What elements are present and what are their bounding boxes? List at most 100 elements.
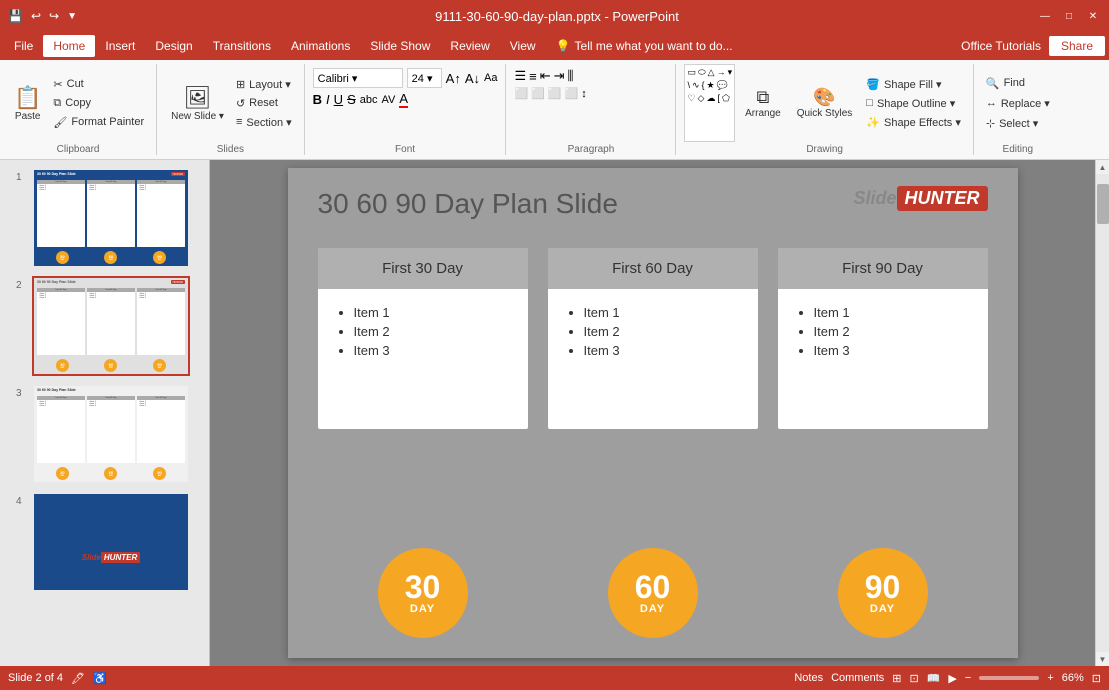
copy-button[interactable]: ⧉Copy	[49, 95, 148, 112]
paste-button[interactable]: 📋 Paste	[8, 64, 47, 142]
strikethrough-button[interactable]: S	[347, 92, 356, 107]
shape-outline-button[interactable]: □Shape Outline ▾	[862, 95, 965, 112]
pentagon-shape[interactable]: ⬠	[722, 93, 730, 104]
shape-effects-button[interactable]: ✨Shape Effects ▾	[862, 114, 965, 131]
triangle-shape[interactable]: △	[708, 67, 715, 78]
reading-view-button[interactable]: 📖	[927, 672, 941, 685]
zoom-in-button[interactable]: +	[1047, 672, 1053, 684]
save-icon[interactable]: 💾	[8, 9, 23, 23]
menu-home[interactable]: Home	[43, 35, 95, 57]
reset-button[interactable]: ↺Reset	[232, 95, 296, 112]
menu-animations[interactable]: Animations	[281, 35, 360, 57]
justify-button[interactable]: ⬜	[565, 87, 579, 100]
arrow-shape[interactable]: →	[717, 67, 726, 78]
format-painter-button[interactable]: 🖌Format Painter	[49, 114, 148, 131]
quick-styles-button[interactable]: 🎨 Quick Styles	[791, 64, 859, 142]
scrollbar-thumb[interactable]	[1097, 184, 1109, 224]
close-button[interactable]: ✕	[1085, 8, 1101, 24]
line-spacing-button[interactable]: ↕	[581, 88, 587, 100]
brace-shape[interactable]: {	[702, 80, 705, 91]
increase-indent-button[interactable]: ⇥	[554, 68, 565, 84]
customize-icon[interactable]: ▼	[67, 11, 77, 22]
find-button[interactable]: 🔍Find	[982, 75, 1054, 92]
thumb3-col-2: First 60 Day • Item 1• Item 2• Item 3	[87, 396, 135, 463]
slide-thumbnail-3[interactable]: 30 60 90 Day Plan Slide First 30 Day • I…	[32, 384, 190, 484]
oval-shape[interactable]: ⬭	[698, 67, 706, 78]
clear-format-button[interactable]: Aa	[484, 72, 497, 84]
zoom-out-button[interactable]: −	[965, 672, 971, 684]
menu-help[interactable]: 💡 Tell me what you want to do...	[546, 35, 743, 57]
align-right-button[interactable]: ⬜	[548, 87, 562, 100]
decrease-font-button[interactable]: A↓	[465, 71, 480, 86]
bullet-list-button[interactable]: ☰	[514, 68, 526, 84]
font-family-select[interactable]: Calibri ▾	[313, 68, 403, 88]
bracket-shape[interactable]: [	[717, 93, 720, 104]
char-spacing-button[interactable]: AV	[381, 94, 395, 106]
notes-button[interactable]: Notes	[794, 672, 823, 684]
align-center-button[interactable]: ⬜	[531, 87, 545, 100]
menu-transitions[interactable]: Transitions	[203, 35, 281, 57]
heart-shape[interactable]: ♡	[687, 93, 695, 104]
shapes-more[interactable]: ▾	[728, 67, 733, 78]
redo-icon[interactable]: ↪	[49, 9, 59, 23]
star-shape[interactable]: ★	[707, 80, 715, 91]
line-shape[interactable]: \	[687, 80, 690, 91]
zoom-slider[interactable]	[979, 676, 1039, 680]
slideshow-button[interactable]: ▶	[948, 672, 956, 685]
arrange-button[interactable]: ⧉ Arrange	[739, 64, 787, 142]
increase-font-button[interactable]: A↑	[446, 71, 461, 86]
shadow-button[interactable]: abc	[360, 94, 378, 106]
menu-design[interactable]: Design	[145, 35, 202, 57]
underline-button[interactable]: U	[334, 92, 343, 107]
scroll-down-button[interactable]: ▼	[1096, 652, 1109, 666]
numbered-list-button[interactable]: ≡	[529, 69, 537, 84]
align-left-button[interactable]: ⬜	[514, 87, 528, 100]
menu-slideshow[interactable]: Slide Show	[360, 35, 440, 57]
diamond-shape[interactable]: ◇	[698, 93, 705, 104]
rect-shape[interactable]: ▭	[687, 67, 696, 78]
replace-button[interactable]: ↔Replace ▾	[982, 95, 1054, 112]
columns-button[interactable]: ⫼	[568, 68, 574, 84]
menu-view[interactable]: View	[500, 35, 546, 57]
layout-button[interactable]: ⊞Layout ▾	[232, 76, 296, 93]
bold-button[interactable]: B	[313, 92, 322, 107]
cut-button[interactable]: ✂Cut	[49, 76, 148, 93]
normal-view-button[interactable]: ⊞	[892, 672, 901, 685]
callout-shape[interactable]: 💬	[717, 80, 728, 91]
font-color-button[interactable]: A	[399, 91, 408, 108]
new-slide-icon: 🖼	[184, 85, 212, 111]
section-button[interactable]: ≡Section ▾	[232, 114, 296, 131]
shapes-row-2: \ ∿ { ★ 💬	[687, 80, 732, 91]
italic-button[interactable]: I	[326, 92, 330, 107]
slide-thumb-4[interactable]: 4 SlideHUNTER	[16, 492, 201, 592]
decrease-indent-button[interactable]: ⇤	[540, 68, 551, 84]
office-tutorials-link[interactable]: Office Tutorials	[961, 39, 1041, 53]
undo-icon[interactable]: ↩	[31, 9, 41, 23]
menu-file[interactable]: File	[4, 35, 43, 57]
slide-thumbnail-4[interactable]: SlideHUNTER	[32, 492, 190, 592]
share-button[interactable]: Share	[1049, 36, 1105, 56]
new-slide-button[interactable]: 🖼 New Slide ▾	[165, 64, 230, 142]
slide-thumb-2[interactable]: 2 30 60 90 Day Plan Slide HUNTER First 3…	[16, 276, 201, 376]
select-button[interactable]: ⊹Select ▾	[982, 115, 1054, 132]
shape-fill-button[interactable]: 🪣Shape Fill ▾	[862, 76, 965, 93]
slide-thumb-3[interactable]: 3 30 60 90 Day Plan Slide First 30 Day •…	[16, 384, 201, 484]
menu-insert[interactable]: Insert	[95, 35, 145, 57]
font-size-select[interactable]: 24 ▾	[407, 68, 442, 88]
comments-button[interactable]: Comments	[831, 672, 884, 684]
scroll-up-button[interactable]: ▲	[1096, 160, 1109, 174]
card-30[interactable]: First 30 Day Item 1 Item 2 Item 3	[318, 248, 528, 429]
slide-thumbnail-1[interactable]: 30 60 90 Day Plan Slide HUNTER First 30 …	[32, 168, 190, 268]
slide-canvas[interactable]: 30 60 90 Day Plan Slide Slide HUNTER Fir…	[288, 168, 1018, 658]
cloud-shape[interactable]: ☁	[706, 93, 715, 104]
slide-thumb-1[interactable]: 1 30 60 90 Day Plan Slide HUNTER First 3…	[16, 168, 201, 268]
fit-to-window-button[interactable]: ⊡	[1092, 672, 1101, 685]
curve-shape[interactable]: ∿	[692, 80, 700, 91]
slide-thumbnail-2[interactable]: 30 60 90 Day Plan Slide HUNTER First 30 …	[32, 276, 190, 376]
card-60[interactable]: First 60 Day Item 1 Item 2 Item 3	[548, 248, 758, 429]
minimize-button[interactable]: —	[1037, 8, 1053, 24]
menu-review[interactable]: Review	[440, 35, 499, 57]
slide-sorter-button[interactable]: ⊡	[909, 672, 918, 685]
maximize-button[interactable]: □	[1061, 8, 1077, 24]
card-90[interactable]: First 90 Day Item 1 Item 2 Item 3	[778, 248, 988, 429]
